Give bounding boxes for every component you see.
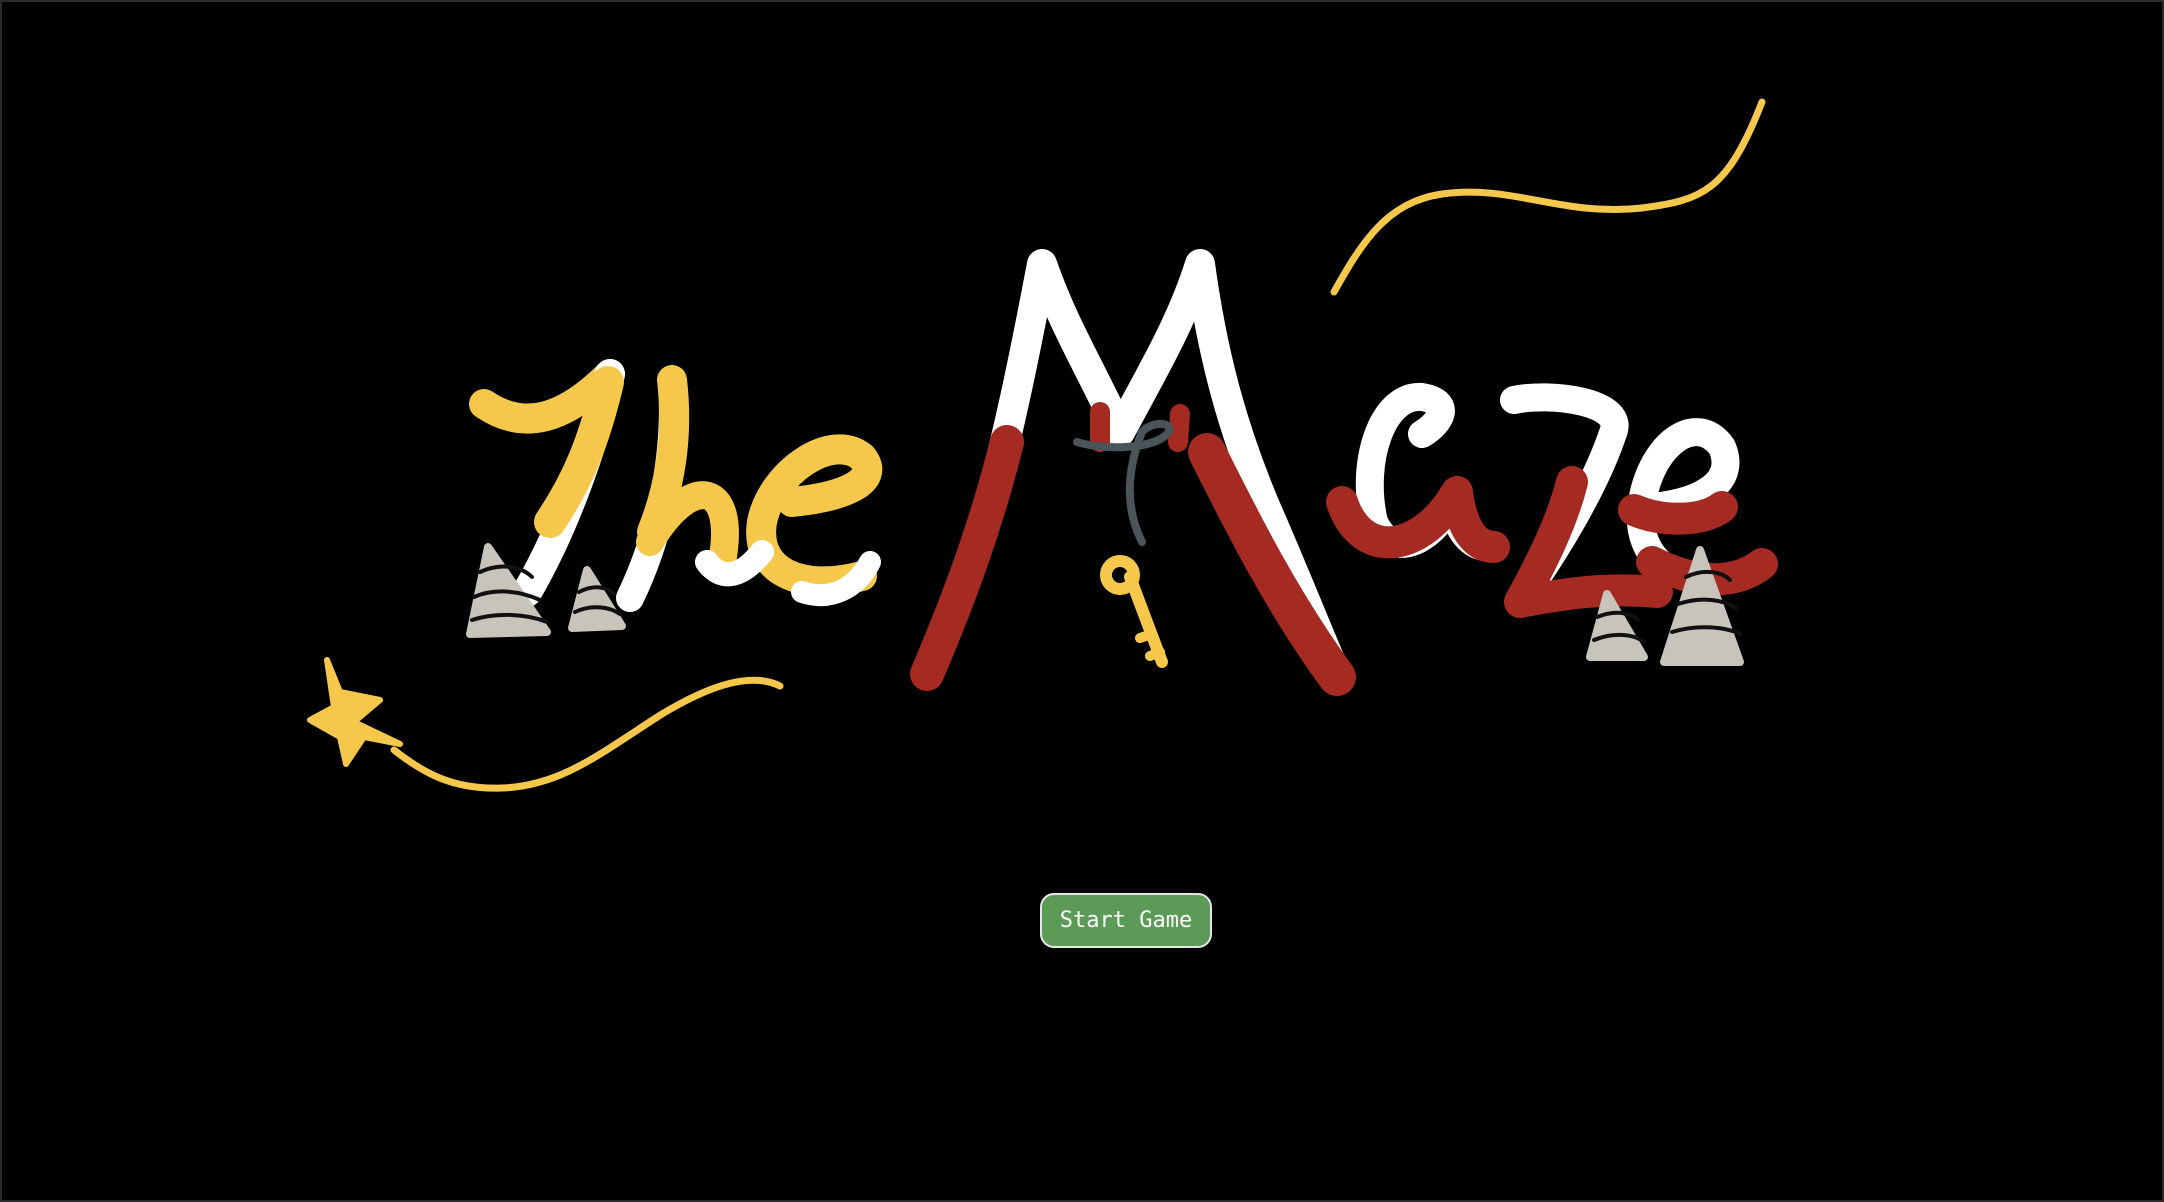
title-word-maze <box>910 249 1778 696</box>
game-title-logo <box>307 98 1778 792</box>
start-game-button[interactable]: Start Game <box>1040 893 1212 948</box>
swirl-line-icon <box>390 676 784 792</box>
title-word-the <box>469 359 883 612</box>
star-icon <box>307 657 403 767</box>
title-screen: The Maze <box>0 0 2164 1202</box>
key-icon <box>1073 420 1174 668</box>
cone-icon <box>568 566 626 632</box>
swirl-line-icon <box>1330 98 1766 296</box>
